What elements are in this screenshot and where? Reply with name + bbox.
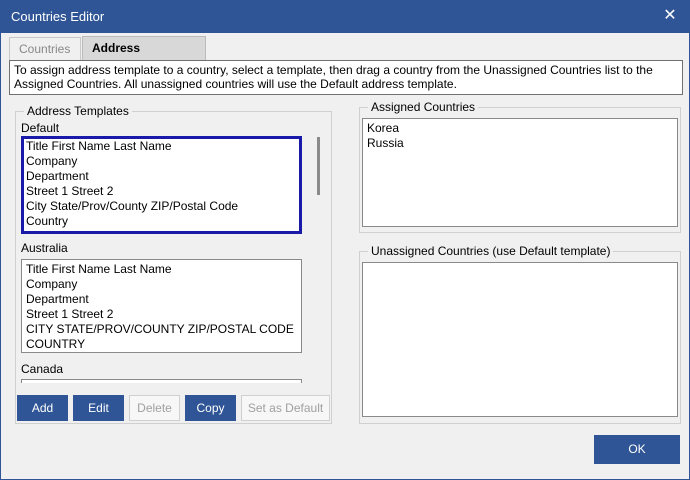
- add-button[interactable]: Add: [17, 395, 68, 421]
- template-line: Street 1 Street 2: [26, 184, 114, 198]
- edit-button[interactable]: Edit: [73, 395, 124, 421]
- list-item[interactable]: Korea: [367, 121, 673, 136]
- template-line: Company: [26, 154, 78, 168]
- tab-countries[interactable]: Countries: [9, 37, 81, 60]
- template-name-australia: Australia: [21, 241, 68, 255]
- close-icon[interactable]: ✕: [661, 7, 679, 25]
- scrollbar-thumb[interactable]: [317, 137, 320, 195]
- set-as-default-button[interactable]: Set as Default: [241, 395, 330, 421]
- template-line: CITY STATE/PROV/COUNTY ZIP/POSTAL CODE: [26, 322, 294, 336]
- template-line: Street 1 Street 2: [26, 307, 114, 321]
- template-name-default: Default: [21, 121, 60, 135]
- template-line: COUNTRY: [26, 337, 86, 351]
- templates-list[interactable]: Default Title First Name Last Name Compa…: [16, 119, 329, 383]
- assigned-countries-legend: Assigned Countries: [368, 100, 479, 114]
- template-box-australia[interactable]: Title First Name Last Name Company Depar…: [21, 259, 302, 353]
- template-line: Country: [26, 214, 69, 228]
- templates-scrollbar[interactable]: [312, 119, 326, 383]
- template-box-canada[interactable]: [21, 379, 302, 383]
- template-line: Department: [26, 292, 89, 306]
- ok-button[interactable]: OK: [594, 435, 680, 464]
- info-text: To assign address template to a country,…: [9, 60, 683, 95]
- window-title: Countries Editor: [11, 9, 105, 24]
- assigned-countries-list[interactable]: Korea Russia: [362, 118, 678, 227]
- unassigned-countries-legend: Unassigned Countries (use Default templa…: [368, 244, 614, 258]
- template-line: Department: [26, 169, 89, 183]
- delete-button[interactable]: Delete: [129, 395, 180, 421]
- tab-address-templates[interactable]: Address Templates: [82, 36, 206, 77]
- list-item[interactable]: Russia: [367, 136, 673, 151]
- unassigned-countries-list[interactable]: [362, 262, 678, 417]
- template-box-default[interactable]: Title First Name Last Name Company Depar…: [21, 136, 302, 234]
- template-line: Company: [26, 277, 78, 291]
- template-line: Title First Name Last Name: [26, 139, 172, 153]
- address-templates-legend: Address Templates: [24, 104, 132, 118]
- template-line: City State/Prov/County ZIP/Postal Code: [26, 199, 239, 213]
- template-line: Title First Name Last Name: [26, 262, 172, 276]
- copy-button[interactable]: Copy: [185, 395, 236, 421]
- countries-editor-window: Countries Editor ✕ Countries Address Tem…: [0, 0, 690, 480]
- template-name-canada: Canada: [21, 362, 64, 376]
- title-bar: Countries Editor ✕: [1, 1, 689, 33]
